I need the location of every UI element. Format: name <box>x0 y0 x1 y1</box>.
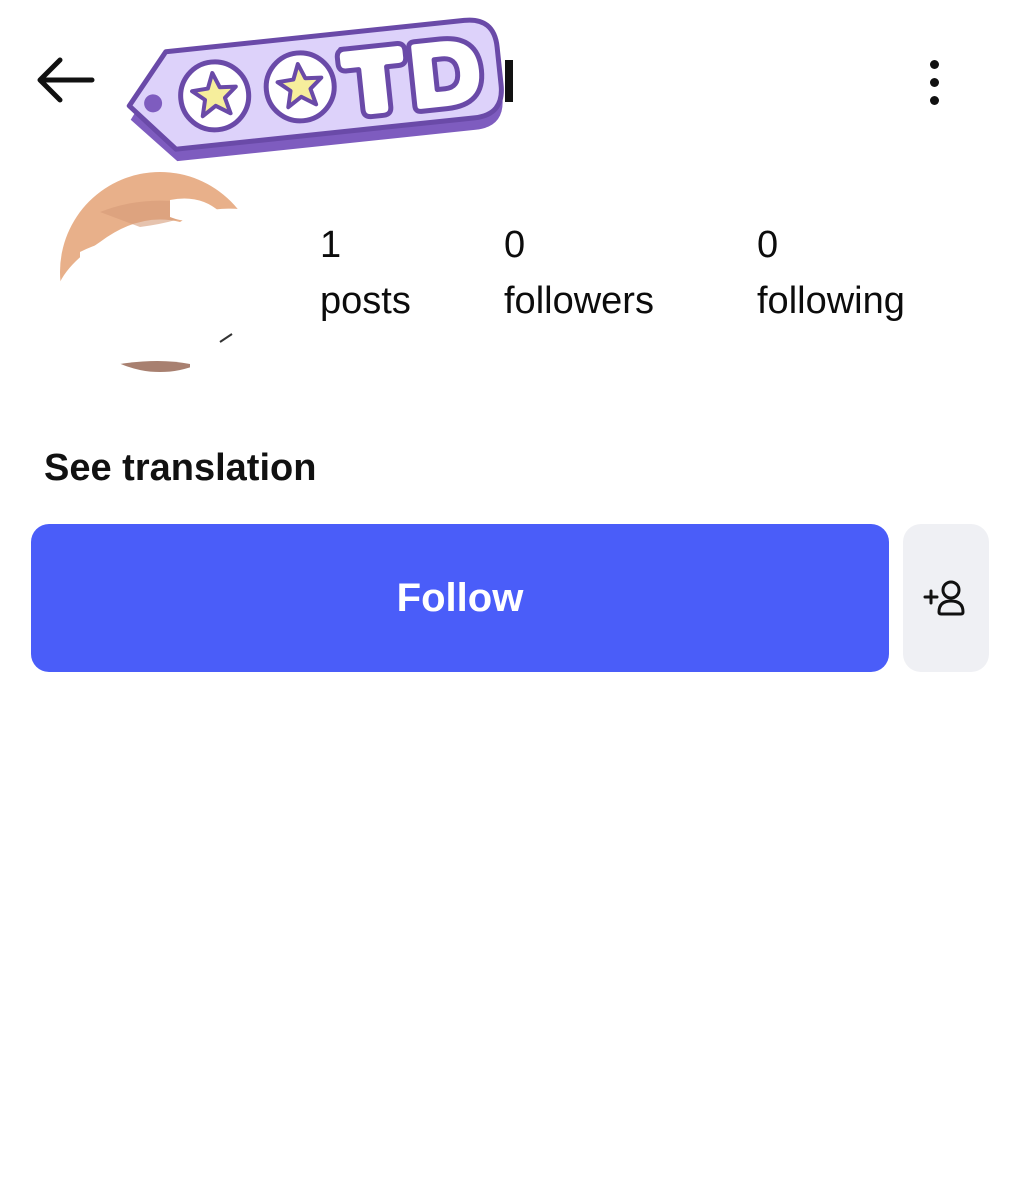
follow-button[interactable]: Follow <box>31 524 889 672</box>
arrow-left-icon <box>37 57 95 103</box>
stat-following[interactable]: 0 following <box>757 222 905 328</box>
ootd-sticker <box>118 4 518 164</box>
followers-label: followers <box>504 280 654 322</box>
follow-button-label: Follow <box>396 575 524 620</box>
add-person-icon <box>923 580 965 616</box>
more-vertical-icon <box>929 59 939 69</box>
username-text-fragment <box>505 60 513 102</box>
back-button[interactable] <box>28 50 100 110</box>
followers-count: 0 <box>504 224 526 266</box>
following-label: following <box>757 280 905 322</box>
stat-posts[interactable]: 1 posts <box>320 222 411 328</box>
following-count: 0 <box>757 224 779 266</box>
suggested-accounts-button[interactable] <box>903 524 989 672</box>
profile-screen: 1 posts 0 followers 0 following See tran… <box>0 0 1020 1200</box>
posts-label: posts <box>320 280 411 322</box>
stat-followers[interactable]: 0 followers <box>504 222 654 328</box>
posts-count: 1 <box>320 224 342 266</box>
more-options-button[interactable] <box>906 50 962 114</box>
avatar[interactable] <box>60 172 260 372</box>
see-translation-link[interactable]: See translation <box>44 442 316 494</box>
